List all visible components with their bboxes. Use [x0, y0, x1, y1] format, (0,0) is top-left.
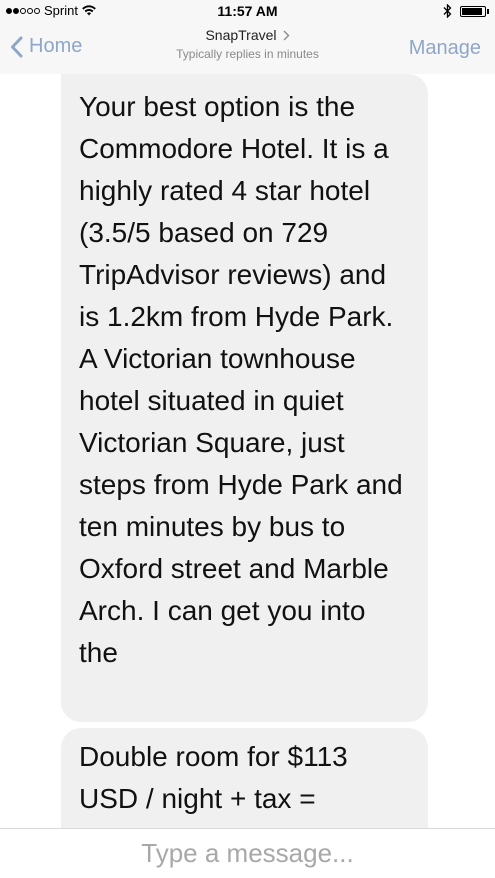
- conversation-subtitle: Typically replies in minutes: [176, 47, 319, 61]
- manage-button[interactable]: Manage: [409, 37, 481, 60]
- conversation-title: SnapTravel: [205, 27, 277, 43]
- message-list[interactable]: Your best option is the Commodore Hotel.…: [0, 74, 495, 829]
- message-bubble[interactable]: Double room for $113 USD / night + tax =: [61, 728, 428, 829]
- status-time: 11:57 AM: [217, 3, 278, 19]
- chat-screen: Sprint 11:57 AM Home SnapTravel Typicall…: [0, 0, 495, 878]
- chevron-left-icon: [11, 36, 23, 57]
- battery-tip: [487, 8, 489, 14]
- message-bubble[interactable]: Your best option is the Commodore Hotel.…: [61, 74, 428, 722]
- status-right: [443, 4, 489, 18]
- battery-icon: [460, 5, 486, 17]
- back-button-label: Home: [29, 35, 83, 57]
- conversation-header[interactable]: SnapTravel Typically replies in minutes: [120, 27, 375, 61]
- chevron-right-icon: [283, 30, 290, 40]
- status-bar: Sprint 11:57 AM: [0, 0, 495, 22]
- bluetooth-icon: [443, 4, 452, 18]
- composer-bar: [0, 828, 495, 878]
- nav-bar: Home SnapTravel Typically replies in min…: [0, 22, 495, 74]
- message-input[interactable]: [0, 829, 495, 878]
- back-button[interactable]: Home: [10, 35, 82, 58]
- conversation-title-row: SnapTravel: [205, 27, 290, 43]
- battery-fill: [462, 7, 482, 15]
